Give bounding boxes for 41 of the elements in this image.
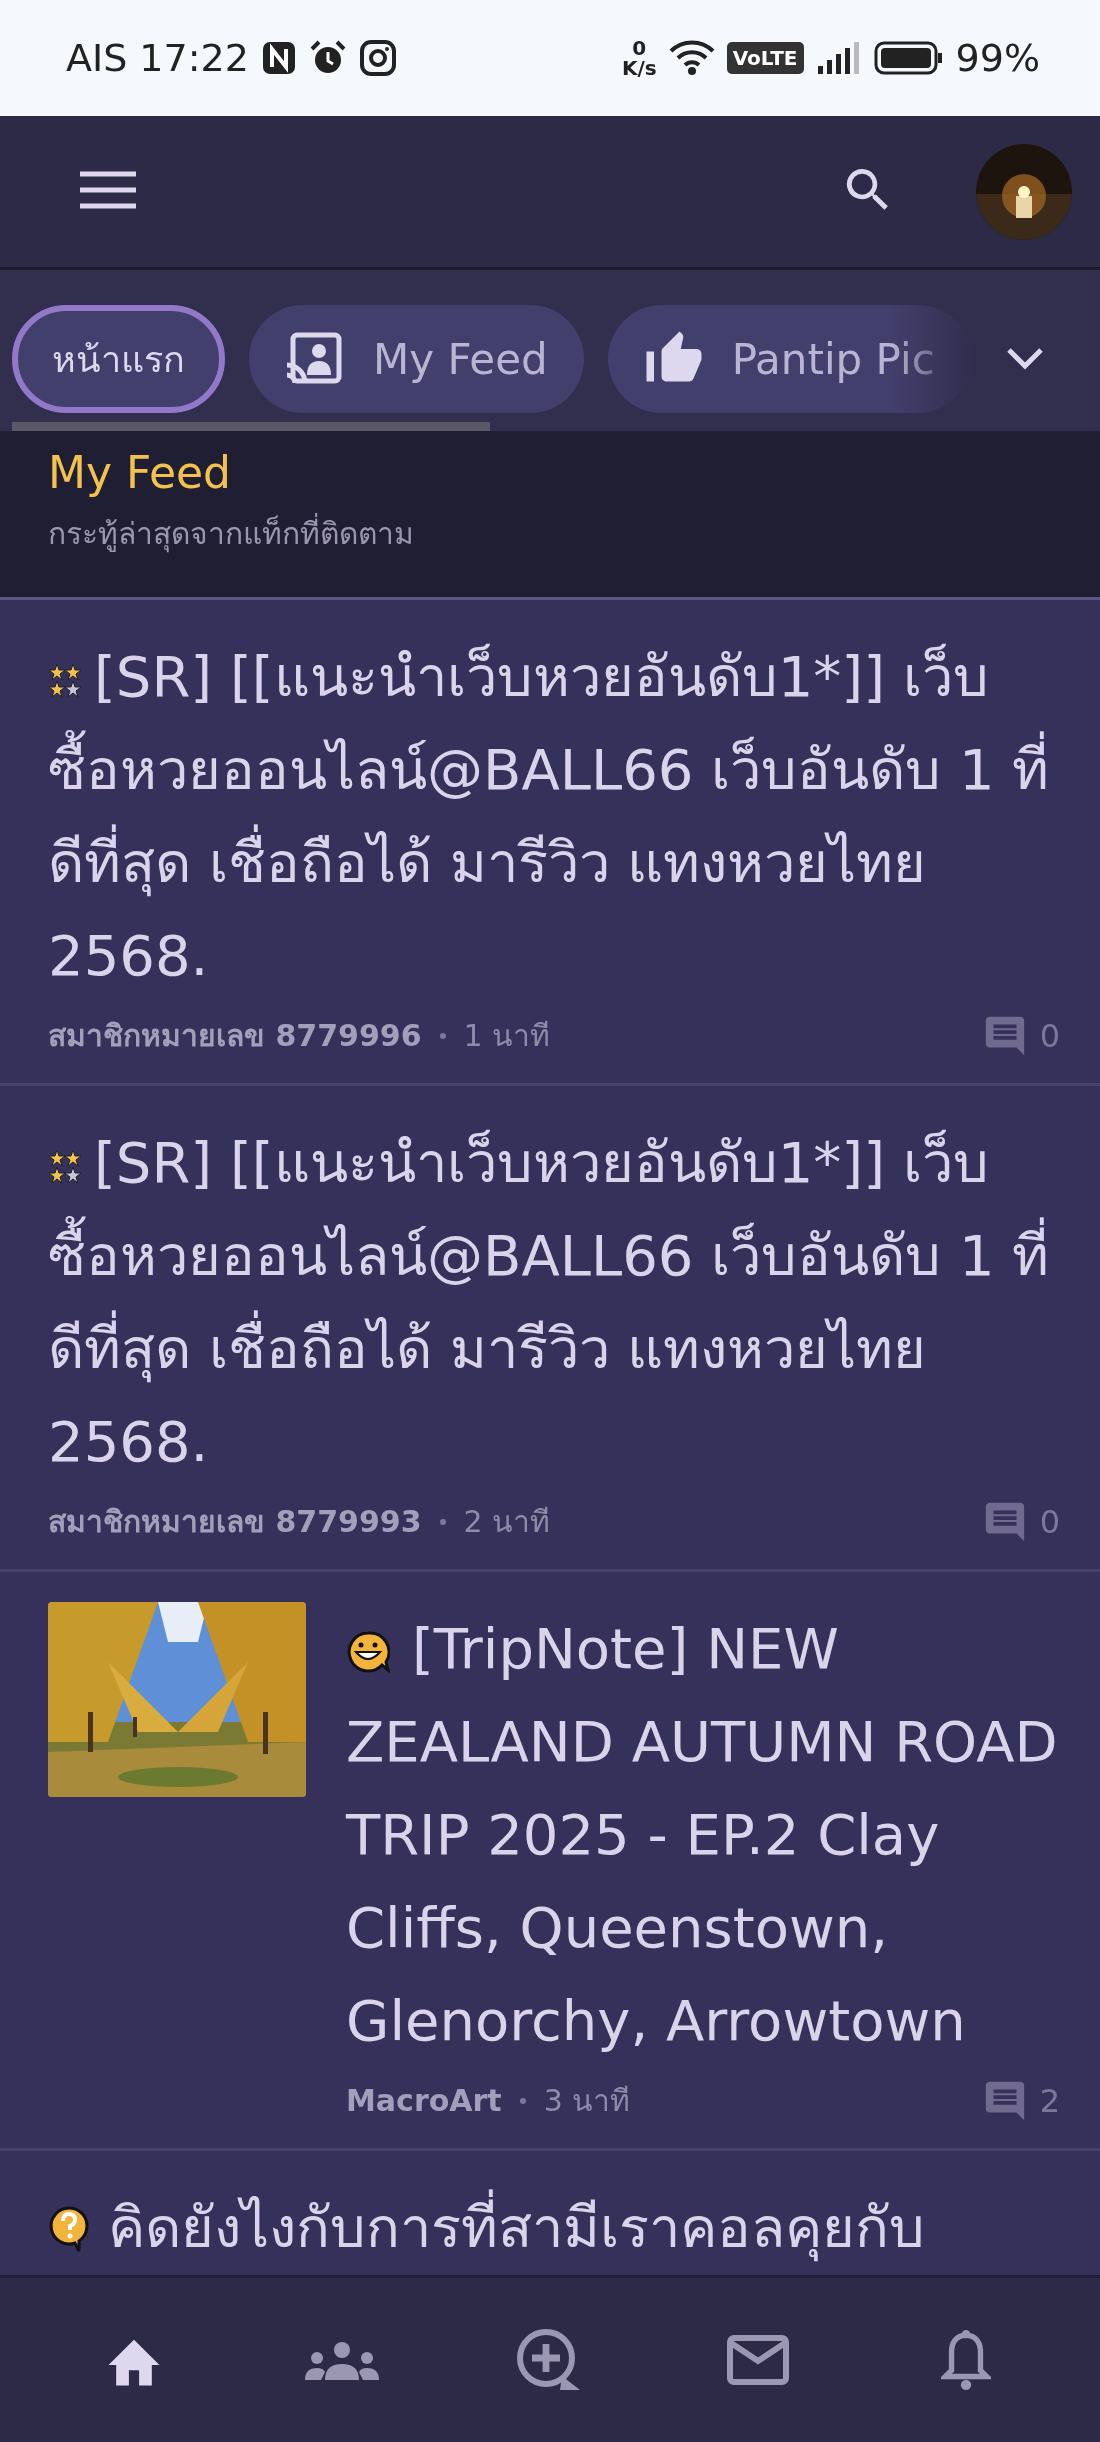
people-icon (305, 2340, 379, 2380)
post-title[interactable]: [SR] [[แนะนำเว็บหวยอันดับ1*]] เว็บซื้อหวยออนไลน์@BALL66 เว็บอันดับ 1 ที่ดีที่สุด เชื่อถือได้ มารีวิว แทงหวยไทย 2568. (48, 1116, 1060, 1488)
post-author[interactable]: สมาชิกหมายเลข 8779996 (48, 1012, 422, 1059)
separator-dot (439, 1032, 446, 1039)
speed-unit: K/s (621, 58, 657, 78)
battery-icon (873, 40, 944, 76)
camera-app-icon (358, 39, 397, 77)
chevron-down-icon (1006, 347, 1044, 371)
post-time: 2 นาที (463, 1503, 551, 1541)
menu-icon (80, 170, 136, 210)
separator-dot (439, 1518, 446, 1525)
rank-stars-icon (48, 1150, 82, 1184)
comment-count: 0 (1039, 1016, 1060, 1055)
post-time: 3 นาที (543, 2082, 631, 2120)
section-subtitle: กระทู้ล่าสุดจากแท็กที่ติดตาม (48, 510, 1052, 557)
volte-badge: VoLTE (726, 42, 804, 74)
comment-count: 0 (1039, 1502, 1060, 1541)
post-title[interactable]: [SR] [[แนะนำเว็บหวยอันดับ1*]] เว็บซื้อหวยออนไลน์@BALL66 เว็บอันดับ 1 ที่ดีที่สุด เชื่อถือได้ มารีวิว แทงหวยไทย 2568. (48, 630, 1060, 1002)
post-time: 1 นาที (463, 1017, 551, 1055)
category-tab[interactable]: หน้าแรก (12, 305, 225, 413)
section-title: My Feed (48, 447, 232, 498)
post-author[interactable]: สมาชิกหมายเลข 8779993 (48, 1498, 422, 1545)
smiling-face-icon (346, 1630, 390, 1674)
question-bubble-icon (48, 2205, 90, 2253)
category-tab[interactable]: Pantip Pic (607, 305, 971, 413)
clock-time: 17:22 (139, 36, 249, 80)
nfc-icon (260, 40, 297, 76)
post-title[interactable]: คิดยังไงกับการที่สามีเราคอลคุยกับ (48, 2181, 1060, 2274)
comment-count: 2 (1039, 2081, 1060, 2120)
speed-value: 0 (632, 38, 647, 58)
carrier-name: AIS (66, 36, 128, 80)
separator-dot (519, 2097, 526, 2104)
wifi-icon (668, 39, 715, 77)
signal-icon (815, 40, 862, 76)
battery-percent: 99% (955, 36, 1040, 80)
post-title[interactable]: [TripNote] NEW ZEALAND AUTUMN ROAD TRIP 2025 - EP.2 Clay Cliffs, Queenstown, Glenorchy, Arrowtown (346, 1602, 1060, 2067)
mail-icon (727, 2335, 789, 2385)
bell-icon (941, 2329, 991, 2391)
rank-stars-icon (48, 664, 82, 698)
post-author[interactable]: MacroArt (346, 2083, 502, 2118)
category-tab[interactable]: My Feed (249, 305, 584, 413)
